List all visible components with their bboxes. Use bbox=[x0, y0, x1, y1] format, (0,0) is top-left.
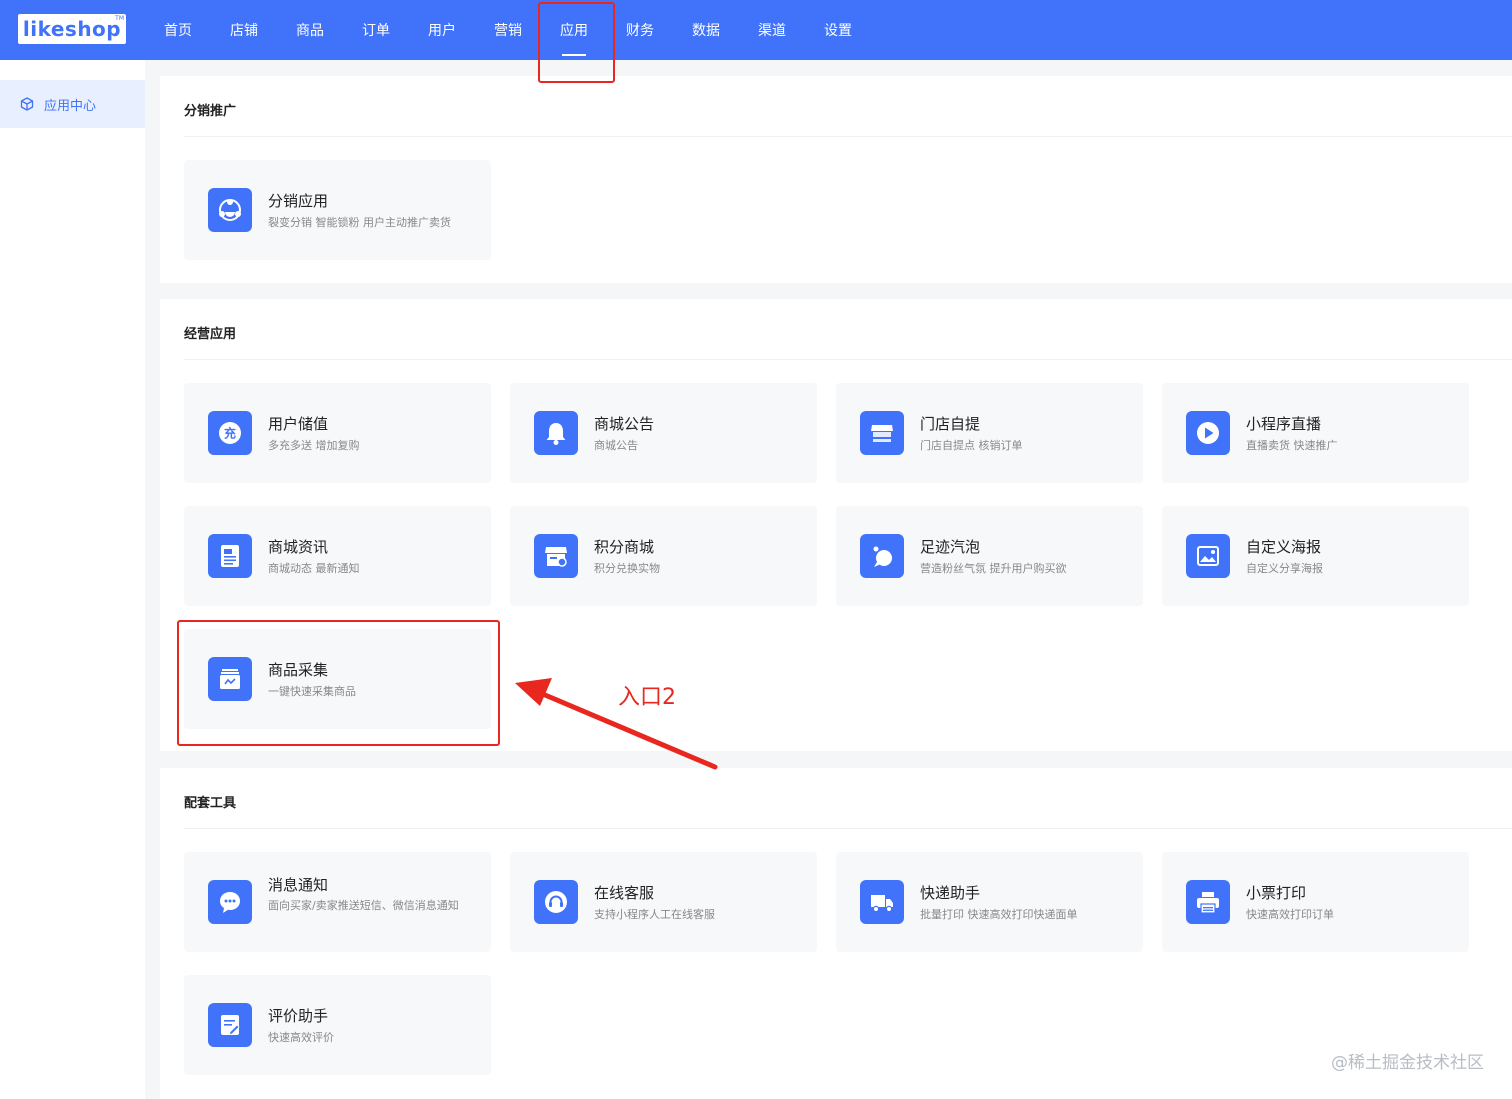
card-title: 在线客服 bbox=[594, 884, 655, 902]
card-desc: 批量打印 快速高效打印快递面单 bbox=[920, 908, 1078, 921]
nav-home[interactable]: 首页 bbox=[145, 0, 211, 60]
card-title: 消息通知 bbox=[268, 876, 329, 894]
nav-finance[interactable]: 财务 bbox=[607, 0, 673, 60]
app-card-online-service[interactable]: 在线客服 支持小程序人工在线客服 bbox=[510, 852, 817, 952]
play-icon bbox=[1186, 411, 1230, 455]
cube-icon bbox=[20, 97, 34, 111]
nav-settings[interactable]: 设置 bbox=[805, 0, 871, 60]
card-title: 商城资讯 bbox=[268, 538, 329, 556]
card-title: 商品采集 bbox=[268, 661, 329, 679]
card-title: 自定义海报 bbox=[1246, 538, 1322, 556]
card-title: 门店自提 bbox=[920, 415, 981, 433]
section-tools: 配套工具 消息通知 面向买家/卖家推送短信、微信消息通知 在线客服 支持小程序人… bbox=[160, 768, 1512, 1099]
card-title: 分销应用 bbox=[268, 192, 329, 210]
share-people-icon bbox=[208, 188, 252, 232]
app-card-poster[interactable]: 自定义海报 自定义分享海报 bbox=[1162, 506, 1469, 606]
truck-icon bbox=[860, 880, 904, 924]
card-title: 用户储值 bbox=[268, 415, 329, 433]
card-title: 足迹汽泡 bbox=[920, 538, 981, 556]
card-title: 积分商城 bbox=[594, 538, 655, 556]
app-card-footprint-bubble[interactable]: 足迹汽泡 营造粉丝气氛 提升用户购买欲 bbox=[836, 506, 1143, 606]
card-desc: 门店自提点 核销订单 bbox=[920, 439, 1023, 452]
logo-trademark: TM bbox=[115, 15, 124, 22]
card-desc: 面向买家/卖家推送短信、微信消息通知 bbox=[268, 899, 459, 912]
nav-orders[interactable]: 订单 bbox=[343, 0, 409, 60]
card-desc: 商城动态 最新通知 bbox=[268, 562, 360, 575]
logo[interactable]: likeshop TM bbox=[18, 14, 126, 44]
logo-text: likeshop bbox=[22, 17, 122, 41]
card-title: 快递助手 bbox=[920, 884, 981, 902]
app-card-receipt-print[interactable]: 小票打印 快速高效打印订单 bbox=[1162, 852, 1469, 952]
divider bbox=[184, 136, 1512, 137]
card-desc: 支持小程序人工在线客服 bbox=[594, 908, 715, 921]
card-desc: 直播卖货 快速推广 bbox=[1246, 439, 1338, 452]
points-shop-icon bbox=[534, 534, 578, 578]
app-card-recharge[interactable]: 充 用户储值 多充多送 增加复购 bbox=[184, 383, 491, 483]
app-card-live[interactable]: 小程序直播 直播卖货 快速推广 bbox=[1162, 383, 1469, 483]
divider bbox=[184, 828, 1512, 829]
card-title: 商城公告 bbox=[594, 415, 655, 433]
review-icon bbox=[208, 1003, 252, 1047]
card-title: 小程序直播 bbox=[1246, 415, 1322, 433]
app-card-distribution[interactable]: 分销应用 裂变分销 智能锁粉 用户主动推广卖货 bbox=[184, 160, 491, 260]
nav-users[interactable]: 用户 bbox=[409, 0, 475, 60]
annotation-label: 入口2 bbox=[618, 685, 676, 710]
nav-apps[interactable]: 应用 bbox=[541, 0, 607, 60]
poster-icon bbox=[1186, 534, 1230, 578]
nav-channels[interactable]: 渠道 bbox=[739, 0, 805, 60]
card-desc: 自定义分享海报 bbox=[1246, 562, 1323, 575]
section-title: 经营应用 bbox=[184, 327, 237, 342]
svg-text:充: 充 bbox=[224, 426, 236, 441]
card-desc: 积分兑换实物 bbox=[594, 562, 660, 575]
sidebar: 应用中心 bbox=[0, 60, 145, 1099]
section-distribution: 分销推广 分销应用 裂变分销 智能锁粉 用户主动推广卖货 bbox=[160, 76, 1512, 283]
headset-icon bbox=[534, 880, 578, 924]
app-card-goods-collect[interactable]: 商品采集 一键快速采集商品 bbox=[184, 629, 491, 729]
card-title: 评价助手 bbox=[268, 1007, 329, 1025]
app-card-review[interactable]: 评价助手 快速高效评价 bbox=[184, 975, 491, 1075]
card-desc: 多充多送 增加复购 bbox=[268, 439, 360, 452]
card-desc: 商城公告 bbox=[594, 439, 638, 452]
app-card-points-mall[interactable]: 积分商城 积分兑换实物 bbox=[510, 506, 817, 606]
nav-goods[interactable]: 商品 bbox=[277, 0, 343, 60]
annotation-arrow bbox=[515, 678, 718, 770]
store-icon bbox=[860, 411, 904, 455]
section-business: 经营应用 充 用户储值 多充多送 增加复购 商城公告 商城公告 门店自提 门店自… bbox=[160, 299, 1512, 751]
sidebar-item-label: 应用中心 bbox=[44, 98, 97, 114]
divider bbox=[184, 359, 1512, 360]
app-card-store-pickup[interactable]: 门店自提 门店自提点 核销订单 bbox=[836, 383, 1143, 483]
card-title: 小票打印 bbox=[1246, 884, 1307, 902]
app-card-notice[interactable]: 商城公告 商城公告 bbox=[510, 383, 817, 483]
section-title: 分销推广 bbox=[184, 104, 237, 119]
card-desc: 裂变分销 智能锁粉 用户主动推广卖货 bbox=[268, 216, 451, 229]
bubble-icon bbox=[860, 534, 904, 578]
printer-icon bbox=[1186, 880, 1230, 924]
card-desc: 快速高效打印订单 bbox=[1246, 908, 1334, 921]
nav-data[interactable]: 数据 bbox=[673, 0, 739, 60]
sidebar-item-app-center[interactable]: 应用中心 bbox=[0, 80, 145, 128]
main-nav: 首页 店铺 商品 订单 用户 营销 应用 财务 数据 渠道 设置 bbox=[145, 0, 871, 60]
watermark: @稀土掘金技术社区 bbox=[1331, 1053, 1484, 1073]
section-title: 配套工具 bbox=[184, 796, 237, 811]
bell-icon bbox=[534, 411, 578, 455]
app-card-message[interactable]: 消息通知 面向买家/卖家推送短信、微信消息通知 bbox=[184, 852, 491, 952]
top-navbar: likeshop TM 首页 店铺 商品 订单 用户 营销 应用 财务 数据 渠… bbox=[0, 0, 1512, 60]
app-card-express[interactable]: 快递助手 批量打印 快速高效打印快递面单 bbox=[836, 852, 1143, 952]
card-desc: 快速高效评价 bbox=[268, 1031, 334, 1044]
card-desc: 一键快速采集商品 bbox=[268, 685, 356, 698]
app-card-news[interactable]: 商城资讯 商城动态 最新通知 bbox=[184, 506, 491, 606]
message-icon bbox=[208, 880, 252, 924]
recharge-icon: 充 bbox=[208, 411, 252, 455]
news-icon bbox=[208, 534, 252, 578]
collect-icon bbox=[208, 657, 252, 701]
card-desc: 营造粉丝气氛 提升用户购买欲 bbox=[920, 562, 1067, 575]
nav-shop[interactable]: 店铺 bbox=[211, 0, 277, 60]
nav-marketing[interactable]: 营销 bbox=[475, 0, 541, 60]
